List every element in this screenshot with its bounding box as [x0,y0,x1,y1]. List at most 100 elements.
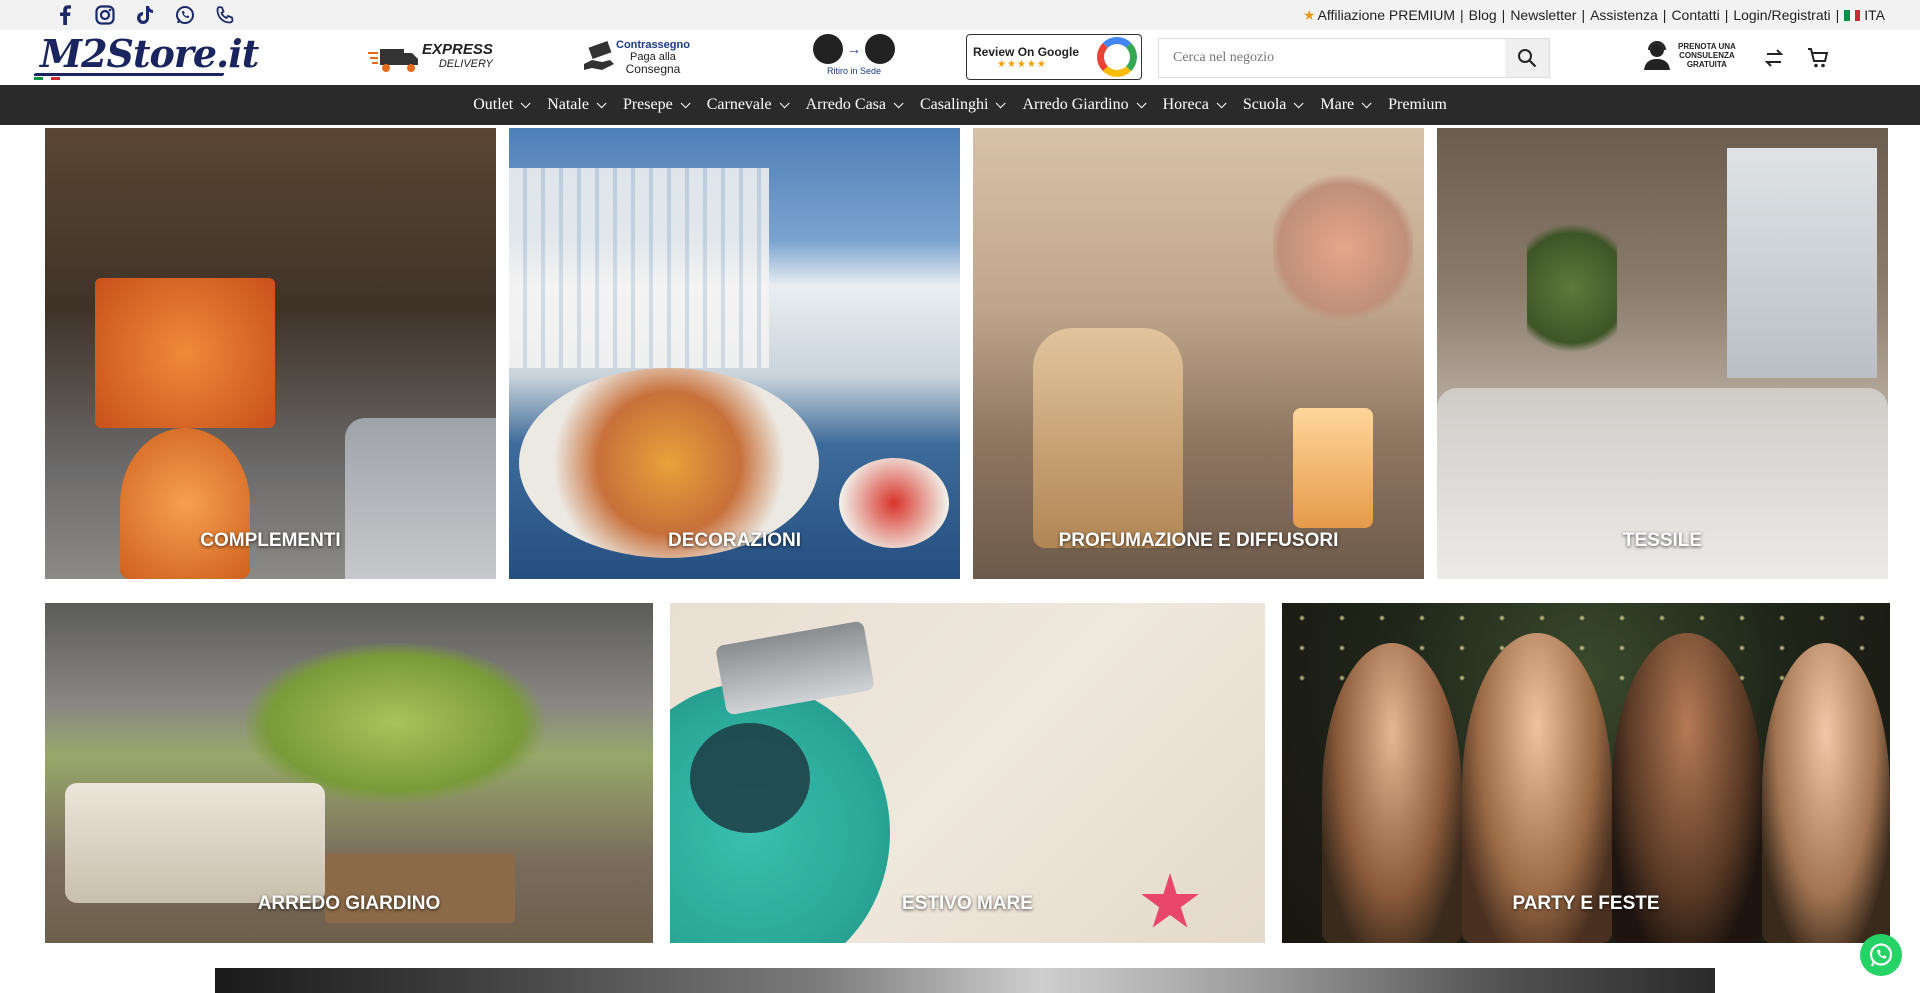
chevron-down-icon [1294,97,1304,108]
cart-icon[interactable] [1806,46,1830,70]
logo-flag-stripe [34,77,61,80]
affiliazione-link[interactable]: ★ Affiliazione PREMIUM [1298,7,1460,24]
login-link[interactable]: Login/Registrati [1728,7,1835,23]
category-tile-decorazioni[interactable]: DECORAZIONI [509,128,960,579]
chevron-down-icon [1136,97,1147,108]
promo-banner[interactable] [215,968,1715,993]
nav-label: Natale [547,96,589,113]
nav-item-mare[interactable]: Mare [1310,96,1378,114]
chevron-down-icon [520,97,531,108]
express-sub: DELIVERY [438,58,493,70]
category-label: PROFUMAZIONE E DIFFUSORI [1058,530,1339,551]
arrow-right-icon: → [847,41,861,57]
consultant-icon [1644,41,1670,70]
flowers-image [1273,168,1413,328]
instagram-icon[interactable] [94,4,116,26]
nav-item-horeca[interactable]: Horeca [1153,96,1233,114]
chevron-down-icon [680,97,691,108]
search-button[interactable] [1505,39,1549,77]
italy-flag-icon [1844,10,1861,21]
nav-item-arredo-giardino[interactable]: Arredo Giardino [1012,96,1152,114]
assistenza-link[interactable]: Assistenza [1585,7,1663,23]
nav-item-arredo-casa[interactable]: Arredo Casa [796,96,910,114]
store-logo[interactable]: M2Store.it [28,31,259,81]
lamp-shade-image [95,278,275,428]
consulenza-line3: GRATUITA [1686,59,1727,69]
category-tile-profumazione[interactable]: PROFUMAZIONE E DIFFUSORI [973,128,1424,579]
camera-image [715,620,875,716]
nav-label: Horeca [1162,96,1209,113]
blog-link[interactable]: Blog [1464,7,1502,23]
newsletter-link[interactable]: Newsletter [1505,7,1581,23]
nav-label: Arredo Casa [805,96,886,113]
language-selector[interactable]: ITA [1839,7,1890,23]
nav-label: Mare [1320,96,1355,113]
consulenza-line2: CONSULENZA [1679,50,1735,60]
ritiro-icons: → [813,34,895,64]
nav-item-presepe[interactable]: Presepe [613,96,697,114]
nav-item-outlet[interactable]: Outlet [463,96,537,114]
nav-label: Arredo Giardino [1022,96,1129,113]
whatsapp-chat-button[interactable] [1860,934,1902,976]
truck-icon [368,49,418,72]
social-links [54,4,236,26]
facebook-icon[interactable] [54,4,76,26]
chevron-down-icon [596,97,607,108]
nav-label: Outlet [473,96,514,113]
ritiro-badge: → Ritiro in Sede [812,34,896,80]
ritiro-label: Ritiro in Sede [826,66,882,76]
contrassegno-badge: Contrassegno Paga alla Consegna [582,34,712,80]
category-tile-tessile[interactable]: TESSILE [1437,128,1888,579]
category-label: PARTY E FESTE [1512,893,1660,914]
contatti-link[interactable]: Contatti [1666,7,1724,23]
affiliazione-label: Affiliazione PREMIUM [1317,6,1455,23]
chevron-down-icon [1361,97,1372,108]
chevron-down-icon [893,97,904,108]
chevron-down-icon [1216,97,1227,108]
chevron-down-icon [996,97,1007,108]
category-tile-party-feste[interactable]: PARTY E FESTE [1282,603,1890,943]
nav-item-premium[interactable]: Premium [1378,96,1457,114]
express-title: EXPRESS [422,41,493,58]
contrassegno-line2: Consegna [625,61,681,76]
plant-image [1527,208,1617,368]
category-tile-arredo-giardino[interactable]: ARREDO GIARDINO [45,603,653,943]
sofa-image [345,418,496,579]
reed-diffuser-image [1033,328,1183,548]
nav-label: Casalinghi [920,96,989,113]
compare-icon[interactable] [1762,46,1786,70]
chevron-down-icon [779,97,790,108]
review-stars: ★★★★★ [997,58,1047,70]
main-navigation: Outlet Natale Presepe Carnevale Arredo C… [0,85,1920,125]
consulenza-text: PRENOTA UNA CONSULENZA GRATUITA [1678,42,1736,69]
express-delivery-badge: EXPRESS DELIVERY [366,34,498,80]
category-label: COMPLEMENTI [200,530,341,551]
logo-swoosh [33,73,225,76]
star-icon: ★ [1302,6,1316,23]
google-review-badge[interactable]: Review On Google ★★★★★ [966,34,1142,80]
nav-item-natale[interactable]: Natale [537,96,613,114]
nav-label: Scuola [1242,96,1287,113]
tiktok-icon[interactable] [134,4,156,26]
category-tile-estivo-mare[interactable]: ESTIVO MARE [670,603,1265,943]
top-bar: ★ Affiliazione PREMIUM | Blog | Newsletter |… [0,0,1920,30]
phone-icon[interactable] [214,4,236,26]
google-logo-icon [1097,37,1137,77]
category-tile-complementi[interactable]: COMPLEMENTI [45,128,496,579]
lamp-base-image [120,428,250,579]
nav-item-carnevale[interactable]: Carnevale [697,96,796,114]
nav-item-casalinghi[interactable]: Casalinghi [910,96,1012,114]
search-input[interactable] [1159,39,1505,77]
contrassegno-title: Contrassegno [616,38,690,51]
logo-text: M2Store.it [40,31,259,76]
category-label: ARREDO GIARDINO [257,893,441,914]
consulenza-button[interactable]: PRENOTA UNA CONSULENZA GRATUITA [1642,40,1736,70]
candle-image [1293,408,1373,528]
consulenza-line1: PRENOTA UNA [1678,41,1736,51]
window-image [1727,148,1877,378]
sunglasses-image [690,723,810,833]
category-label: TESSILE [1622,530,1703,551]
whatsapp-icon[interactable] [174,4,196,26]
header: M2Store.it EXPRESS DELIVERY Contrassegno… [0,30,1920,85]
nav-item-scuola[interactable]: Scuola [1233,96,1311,114]
